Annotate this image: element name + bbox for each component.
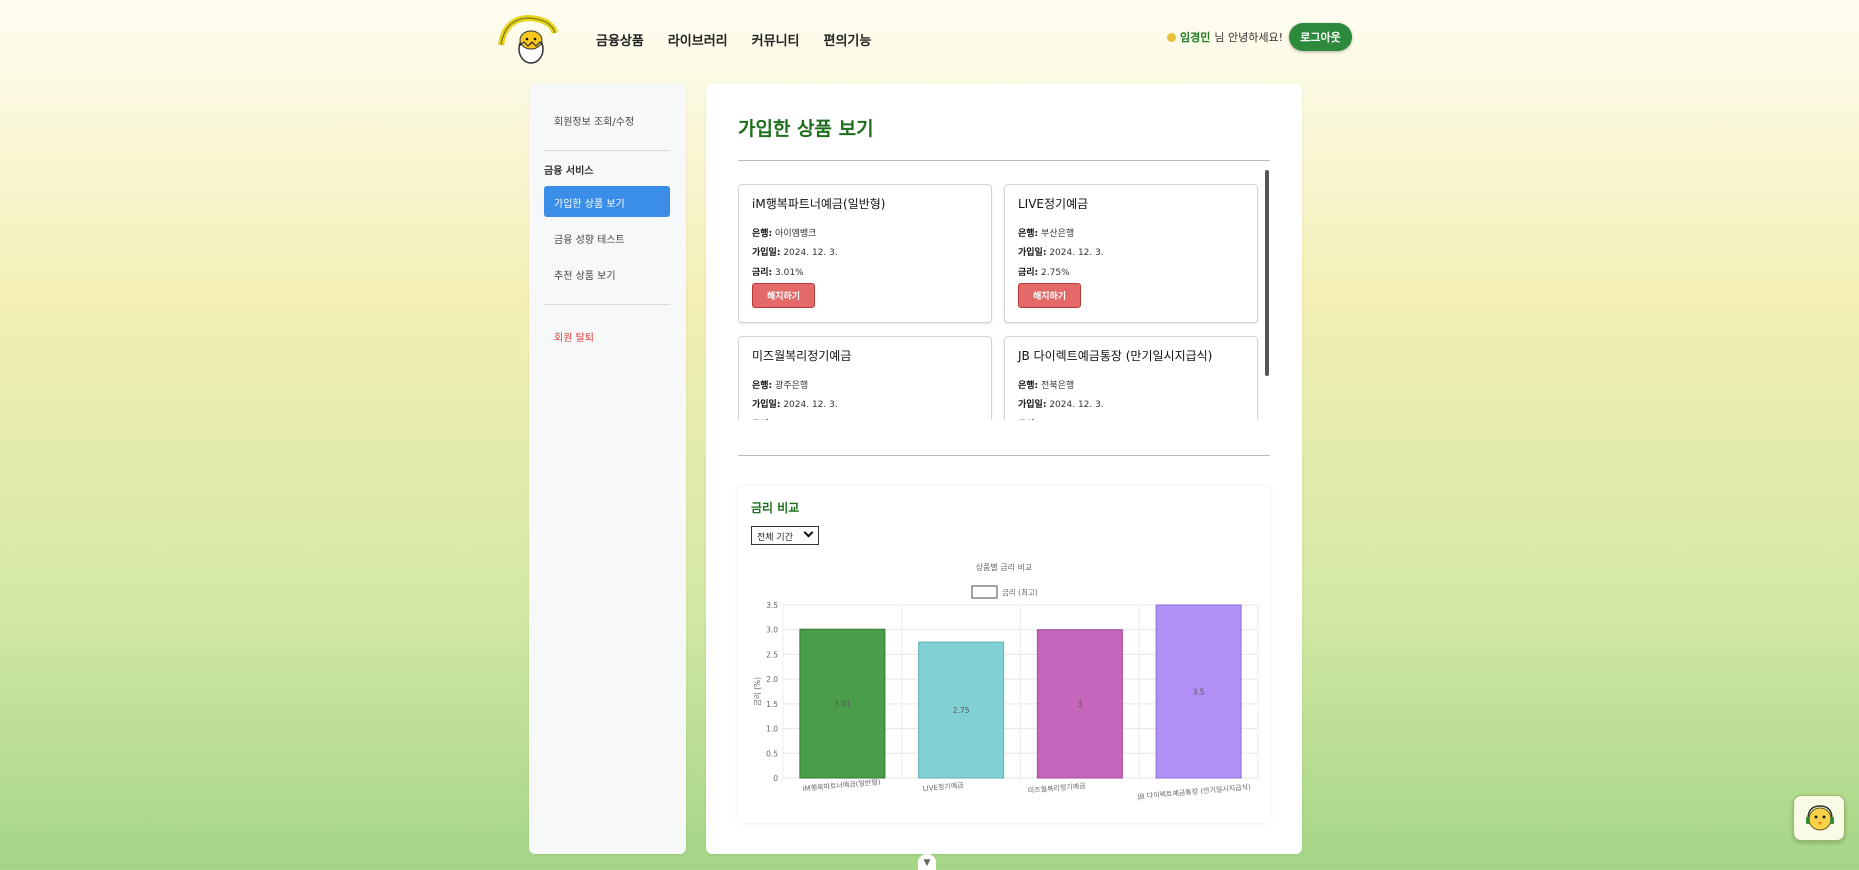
bank-value: 전북은행 (1041, 381, 1075, 391)
logout-button[interactable]: 로그아웃 (1289, 23, 1352, 51)
y-tick-label: 3.0 (766, 626, 778, 635)
chart-title: 상품별 금리 비교 (976, 562, 1033, 572)
bank-label: 은행: (752, 229, 773, 239)
bar-value-label: 2.75 (953, 706, 970, 715)
bank-label: 은행: (752, 381, 773, 391)
x-tick-label: LIVE정기예금 (922, 780, 964, 793)
x-tick-label: 미즈월복리정기예금 (1027, 781, 1086, 795)
legend-swatch (971, 585, 998, 599)
y-tick-label: 0.5 (766, 749, 778, 758)
bank-label: 은행: (1018, 229, 1039, 239)
product-list-scrollbar[interactable] (1265, 170, 1269, 376)
nav-financial-products[interactable]: 금융상품 (596, 30, 644, 49)
nav-community[interactable]: 커뮤니티 (752, 30, 800, 49)
joined-value: 2024. 12. 3. (1049, 248, 1104, 258)
bar-value-label: 3.01 (834, 700, 851, 709)
sidebar-item-profile[interactable]: 회원정보 조회/수정 (554, 113, 634, 128)
y-axis-label: 금리 (%) (753, 677, 762, 706)
sidebar-item-withdraw[interactable]: 회원 탈퇴 (554, 329, 594, 344)
nav-library[interactable]: 라이브러리 (668, 30, 728, 49)
product-card: 미즈월복리정기예금 은행: 광주은행 가입일: 2024. 12. 3. 금리: (738, 336, 992, 420)
y-tick-label: 3.5 (766, 601, 778, 610)
user-greeting: 임경민 님 안녕하세요! (1167, 29, 1283, 45)
sidebar-section-title: 금융 서비스 (544, 166, 594, 177)
greeting-text: 님 안녕하세요! (1214, 31, 1284, 44)
bank-value: 아이엠뱅크 (775, 229, 817, 239)
product-name: 미즈월복리정기예금 (752, 349, 852, 363)
joined-value: 2024. 12. 3. (1049, 400, 1104, 410)
sidebar-divider (544, 304, 670, 305)
product-card: JB 다이렉트예금통장 (만기일시지급식) 은행: 전북은행 가입일: 2024… (1004, 336, 1258, 420)
y-tick-label: 1.5 (766, 700, 778, 709)
page-title: 가입한 상품 보기 (738, 118, 874, 140)
rate-compare-card: 금리 비교 전체 기간 상품별 금리 비교 금리 (최고) 0 0.5 1.0 1.5 2.… (738, 486, 1270, 823)
joined-value: 2024. 12. 3. (783, 248, 838, 258)
rate-value: 3.01% (775, 268, 804, 278)
product-name: iM행복파트너예금(일반형) (752, 197, 886, 211)
sidebar-item-joined-products[interactable]: 가입한 상품 보기 (544, 186, 670, 217)
rate-value: 2.75% (1041, 268, 1070, 278)
y-tick-label: 2.0 (766, 675, 778, 684)
user-name: 임경민 (1180, 31, 1211, 44)
user-status-icon (1167, 32, 1176, 42)
header: 금융상품 라이브러리 커뮤니티 편의기능 임경민 님 안녕하세요! 로그아웃 (0, 0, 1859, 75)
product-list[interactable]: iM행복파트너예금(일반형) 은행: 아이엠뱅크 가입일: 2024. 12. … (738, 184, 1270, 420)
legend-label: 금리 (최고) (1002, 587, 1038, 597)
rate-label: 금리: (1018, 268, 1039, 278)
logo-chick-egg[interactable] (495, 15, 561, 67)
product-name: JB 다이렉트예금통장 (만기일시지급식) (1018, 349, 1213, 363)
divider (738, 455, 1270, 456)
bank-label: 은행: (1018, 381, 1039, 391)
product-card: LIVE정기예금 은행: 부산은행 가입일: 2024. 12. 3. 금리: … (1004, 184, 1258, 323)
x-tick-label: JB 다이렉트예금통장 (만기일시지급식) (1136, 782, 1251, 801)
cancel-button[interactable]: 해지하기 (752, 283, 815, 308)
joined-label: 가입일: (752, 248, 781, 258)
rate-label: 금리: (752, 268, 773, 278)
bar-value-label: 3 (1077, 700, 1082, 709)
cancel-button[interactable]: 해지하기 (1018, 283, 1081, 308)
divider (738, 160, 1270, 161)
rate-bar-chart: 상품별 금리 비교금리 (최고) 0 0.5 1.0 1.5 2.0 2.5 3.0 3.5 금리… (753, 562, 1259, 801)
joined-label: 가입일: (1018, 400, 1047, 410)
sidebar-item-tendency-test[interactable]: 금융 성향 테스트 (554, 231, 625, 246)
sidebar: 회원정보 조회/수정 금융 서비스 가입한 상품 보기 금융 성향 테스트 추천… (529, 84, 686, 854)
product-name: LIVE정기예금 (1018, 197, 1089, 211)
bar-value-label: 3.5 (1193, 688, 1205, 697)
sidebar-divider (544, 150, 670, 151)
chick-headset-icon (1806, 805, 1834, 831)
main-nav: 금융상품 라이브러리 커뮤니티 편의기능 (596, 30, 871, 49)
x-tick-label: iM행복파트너예금(일반형) (802, 777, 881, 793)
y-tick-label: 2.5 (766, 650, 778, 659)
y-tick-label: 1.0 (766, 725, 778, 734)
y-tick-label: 0 (773, 774, 778, 783)
sidebar-item-recommendations[interactable]: 추천 상품 보기 (554, 267, 616, 282)
joined-value: 2024. 12. 3. (783, 400, 838, 410)
bank-value: 광주은행 (775, 381, 809, 391)
joined-label: 가입일: (752, 400, 781, 410)
scroll-down-icon[interactable]: ▼ (918, 854, 936, 870)
bank-value: 부산은행 (1041, 229, 1075, 239)
product-card: iM행복파트너예금(일반형) 은행: 아이엠뱅크 가입일: 2024. 12. … (738, 184, 992, 323)
main-panel: 가입한 상품 보기 iM행복파트너예금(일반형) 은행: 아이엠뱅크 가입일: … (706, 84, 1302, 854)
chatbot-helper-button[interactable] (1793, 795, 1845, 841)
nav-convenience[interactable]: 편의기능 (824, 30, 872, 49)
joined-label: 가입일: (1018, 248, 1047, 258)
